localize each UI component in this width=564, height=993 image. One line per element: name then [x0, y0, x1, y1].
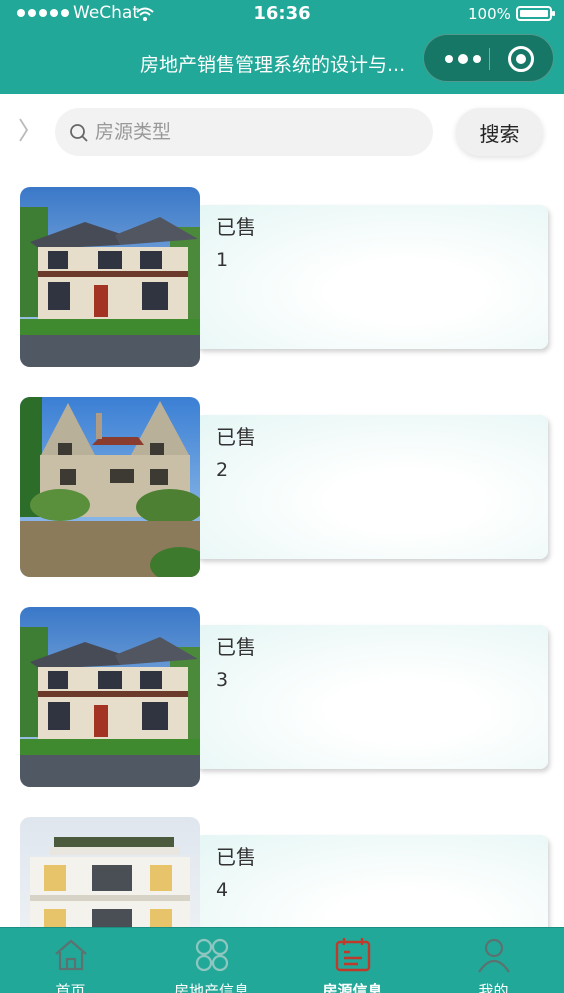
grid-icon: [193, 936, 231, 974]
list-item[interactable]: 已售 1: [0, 187, 564, 367]
house-image[interactable]: [20, 607, 200, 787]
house-image[interactable]: [20, 187, 200, 367]
house-image[interactable]: [20, 817, 200, 927]
close-mini-program-icon[interactable]: [508, 46, 534, 72]
search-input[interactable]: [95, 108, 415, 156]
tab-listing-info[interactable]: 房源信息: [282, 928, 423, 993]
listing-number: 1: [216, 249, 229, 271]
capsule-divider: [489, 48, 490, 70]
more-options-icon[interactable]: [438, 35, 488, 83]
home-icon: [52, 936, 90, 974]
calendar-icon: [334, 936, 372, 974]
page-title: 房地产销售管理系统的设计与...: [140, 54, 406, 76]
search-icon: [69, 123, 89, 147]
tab-label: 房地产信息: [173, 982, 249, 993]
listing-status: 已售: [216, 635, 256, 659]
tab-label: 首页: [55, 982, 86, 993]
listing-number: 3: [216, 669, 229, 691]
battery-percent: 100%: [468, 5, 511, 23]
tab-label: 我的: [478, 982, 509, 993]
list-item[interactable]: 已售 3: [0, 607, 564, 787]
list-item[interactable]: 已售 2: [0, 397, 564, 577]
listing-status: 已售: [216, 425, 256, 449]
mini-program-capsule: [423, 34, 554, 82]
tab-real-estate-info[interactable]: 房地产信息: [141, 928, 282, 993]
user-icon: [475, 936, 513, 974]
chevron-right-icon[interactable]: [17, 116, 31, 148]
battery-icon: [516, 6, 555, 21]
header: WeChat 16:36 100% 房地产销售管理系统的设计与...: [0, 0, 564, 94]
tab-mine[interactable]: 我的: [423, 928, 564, 993]
listing-number: 4: [216, 879, 229, 901]
search-box[interactable]: [55, 108, 433, 156]
listing-status: 已售: [216, 845, 256, 869]
listing-status: 已售: [216, 215, 256, 239]
list-item[interactable]: 已售 4: [0, 817, 564, 927]
tab-home[interactable]: 首页: [0, 928, 141, 993]
house-image[interactable]: [20, 397, 200, 577]
status-bar: WeChat 16:36 100%: [0, 0, 564, 30]
tab-label: 房源信息: [322, 982, 383, 993]
listing-number: 2: [216, 459, 229, 481]
tab-bar: 首页 房地产信息 房源信息 我的: [0, 927, 564, 993]
listing-list: 已售 1 已售 2 已售 3 已售 4: [0, 187, 564, 927]
search-button[interactable]: 搜索: [456, 108, 543, 156]
